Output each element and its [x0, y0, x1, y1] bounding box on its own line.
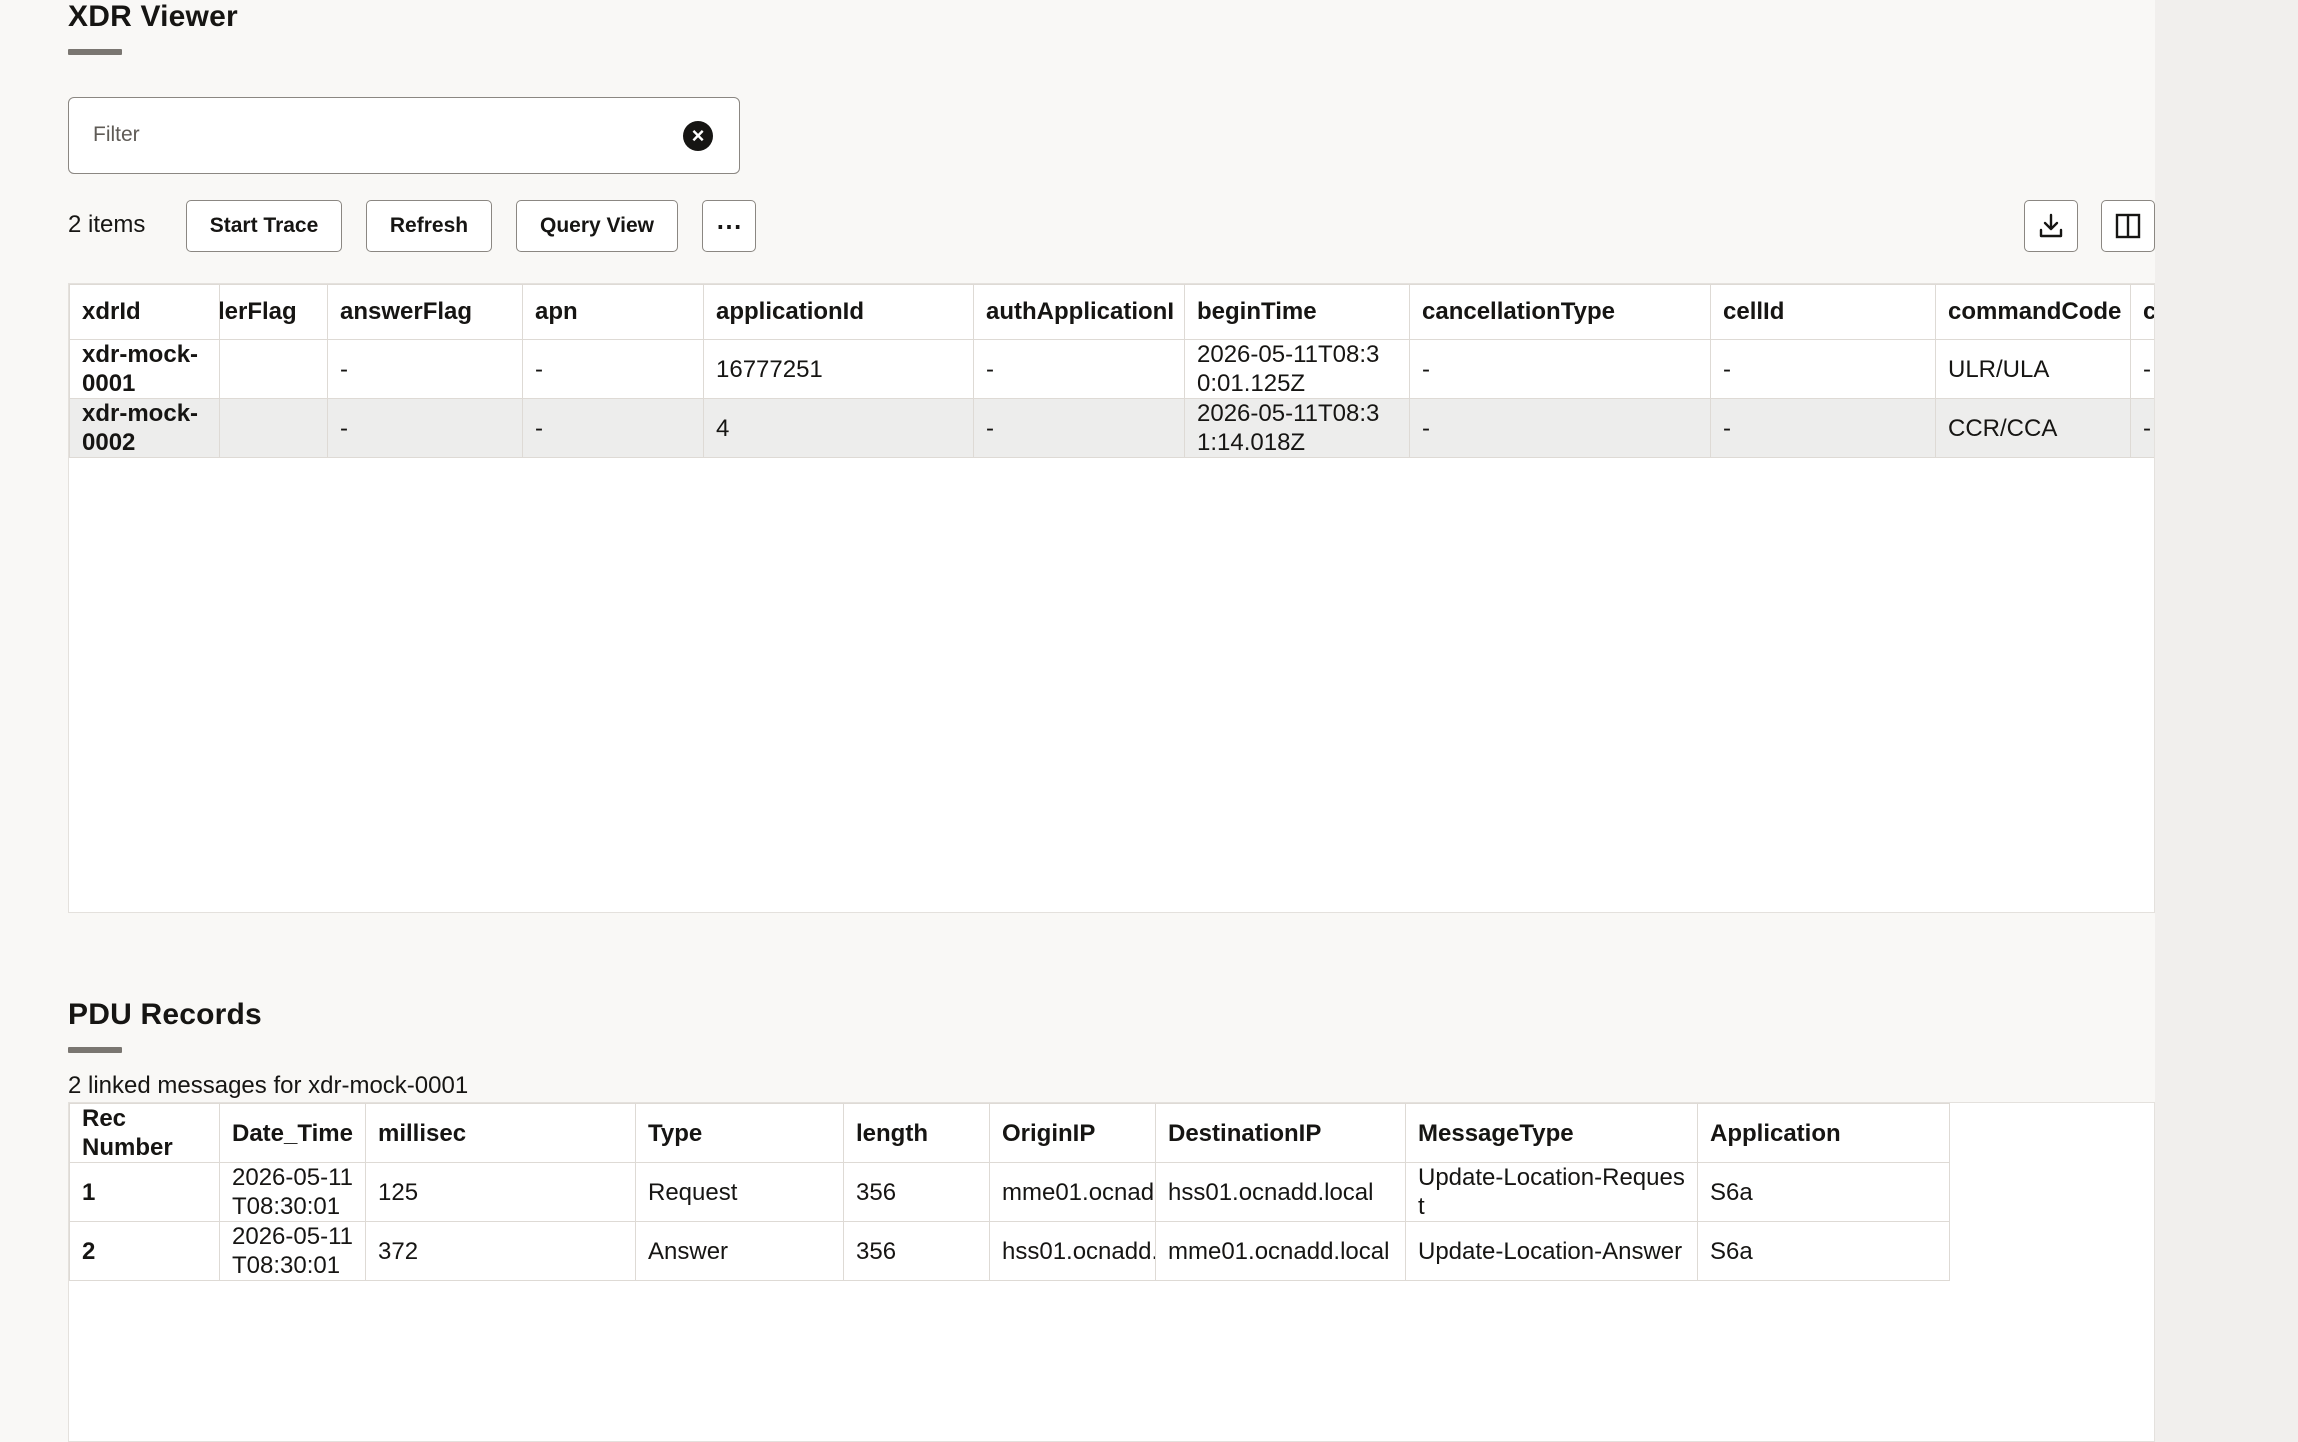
cell-length: 356	[843, 1162, 990, 1222]
cell-truncated: -	[2130, 398, 2154, 458]
cell-destinationip: hss01.ocnadd.local	[1155, 1162, 1406, 1222]
cell-destinationip: mme01.ocnadd.local	[1155, 1221, 1406, 1281]
column-header-rec-number[interactable]: Rec Number	[69, 1103, 220, 1163]
columns-icon	[2115, 213, 2141, 239]
column-header-messagetype[interactable]: MessageType	[1405, 1103, 1698, 1163]
cell-originip: mme01.ocnadd.local	[989, 1162, 1156, 1222]
cell-apn: -	[522, 398, 704, 458]
download-icon	[2039, 213, 2063, 238]
cell-rec-number: 2	[69, 1221, 220, 1281]
cell-begintime: 2026-05-11T08:30:01.125Z	[1184, 339, 1410, 399]
table-row[interactable]: 1 2026-05-11T08:30:01 125 Request 356 mm…	[69, 1162, 1950, 1222]
cell-commandcode: CCR/CCA	[1935, 398, 2131, 458]
cell-cancellationtype: -	[1409, 398, 1711, 458]
cell-commandcode: ULR/ULA	[1935, 339, 2131, 399]
cell-authapplicationid: -	[973, 339, 1185, 399]
query-view-button[interactable]: Query View	[516, 200, 678, 252]
cell-answerflag: -	[327, 398, 523, 458]
cell-applicationid: 4	[703, 398, 974, 458]
cell-cellid: -	[1710, 398, 1936, 458]
column-header-application[interactable]: Application	[1697, 1103, 1950, 1163]
cell-truncated: -	[2130, 339, 2154, 399]
pdu-grid: Rec Number Date_Time millisec Type lengt…	[69, 1103, 1950, 1281]
cell-derflag	[219, 339, 328, 399]
pdu-header-row: Rec Number Date_Time millisec Type lengt…	[69, 1103, 1950, 1163]
cell-messagetype: Update-Location-Request	[1405, 1162, 1698, 1222]
cell-type: Answer	[635, 1221, 844, 1281]
cell-length: 356	[843, 1221, 990, 1281]
column-header-authapplicationid[interactable]: authApplicationI	[973, 284, 1185, 340]
linked-messages-text: 2 linked messages for xdr-mock-0001	[68, 1072, 469, 1099]
cell-xdrid: xdr-mock-0002	[69, 398, 220, 458]
cell-application: S6a	[1697, 1162, 1950, 1222]
column-header-derflag[interactable]: derFlag	[219, 284, 328, 340]
items-count: 2 items	[68, 211, 146, 238]
columns-button[interactable]	[2101, 200, 2155, 252]
pdu-records-title: PDU Records	[68, 998, 262, 1031]
cell-apn: -	[522, 339, 704, 399]
filter-input[interactable]	[93, 118, 653, 152]
column-header-cellid[interactable]: cellId	[1710, 284, 1936, 340]
column-header-answerflag[interactable]: answerFlag	[327, 284, 523, 340]
cell-authapplicationid: -	[973, 398, 1185, 458]
cell-millisec: 125	[365, 1162, 636, 1222]
column-header-length[interactable]: length	[843, 1103, 990, 1163]
cell-application: S6a	[1697, 1221, 1950, 1281]
column-header-millisec[interactable]: millisec	[365, 1103, 636, 1163]
column-header-date-time[interactable]: Date_Time	[219, 1103, 366, 1163]
table-row[interactable]: xdr-mock-0001 - - 16777251 - 2026-05-11T…	[69, 339, 2154, 399]
cell-cellid: -	[1710, 339, 1936, 399]
cell-answerflag: -	[327, 339, 523, 399]
cell-millisec: 372	[365, 1221, 636, 1281]
column-header-originip[interactable]: OriginIP	[989, 1103, 1156, 1163]
column-header-apn[interactable]: apn	[522, 284, 704, 340]
download-button[interactable]	[2024, 200, 2078, 252]
cell-applicationid: 16777251	[703, 339, 974, 399]
cell-date-time: 2026-05-11T08:30:01	[219, 1162, 366, 1222]
column-header-commandcode[interactable]: commandCode	[1935, 284, 2131, 340]
title-underline	[68, 1047, 122, 1053]
xdr-header-row: xdrId derFlag answerFlag apn application…	[69, 284, 2154, 340]
column-header-xdrid[interactable]: xdrId	[69, 284, 220, 340]
column-header-begintime[interactable]: beginTime	[1184, 284, 1410, 340]
pdu-table[interactable]: Rec Number Date_Time millisec Type lengt…	[68, 1102, 2155, 1442]
cell-cancellationtype: -	[1409, 339, 1711, 399]
table-row[interactable]: 2 2026-05-11T08:30:01 372 Answer 356 hss…	[69, 1221, 1950, 1281]
start-trace-button[interactable]: Start Trace	[186, 200, 342, 252]
cell-originip: hss01.ocnadd.local	[989, 1221, 1156, 1281]
column-header-cancellationtype[interactable]: cancellationType	[1409, 284, 1711, 340]
title-underline	[68, 49, 122, 55]
cell-rec-number: 1	[69, 1162, 220, 1222]
more-actions-button[interactable]: ⋯	[702, 200, 756, 252]
column-header-applicationid[interactable]: applicationId	[703, 284, 974, 340]
refresh-button[interactable]: Refresh	[366, 200, 492, 252]
xdr-viewer-title: XDR Viewer	[68, 0, 238, 33]
cell-date-time: 2026-05-11T08:30:01	[219, 1221, 366, 1281]
table-row[interactable]: xdr-mock-0002 - - 4 - 2026-05-11T08:31:1…	[69, 398, 2154, 458]
column-header-truncated[interactable]: c	[2130, 284, 2154, 340]
column-header-type[interactable]: Type	[635, 1103, 844, 1163]
filter-field[interactable]	[68, 97, 740, 174]
clear-icon[interactable]: ×	[683, 121, 713, 151]
cell-derflag	[219, 398, 328, 458]
page-gutter	[2155, 0, 2298, 1442]
cell-type: Request	[635, 1162, 844, 1222]
cell-xdrid: xdr-mock-0001	[69, 339, 220, 399]
cell-begintime: 2026-05-11T08:31:14.018Z	[1184, 398, 1410, 458]
xdr-table[interactable]: xdrId derFlag answerFlag apn application…	[68, 283, 2155, 913]
page: XDR Viewer × 2 items Start Trace Refresh…	[0, 0, 2155, 1442]
column-header-destinationip[interactable]: DestinationIP	[1155, 1103, 1406, 1163]
xdr-grid: xdrId derFlag answerFlag apn application…	[69, 284, 2154, 458]
cell-messagetype: Update-Location-Answer	[1405, 1221, 1698, 1281]
